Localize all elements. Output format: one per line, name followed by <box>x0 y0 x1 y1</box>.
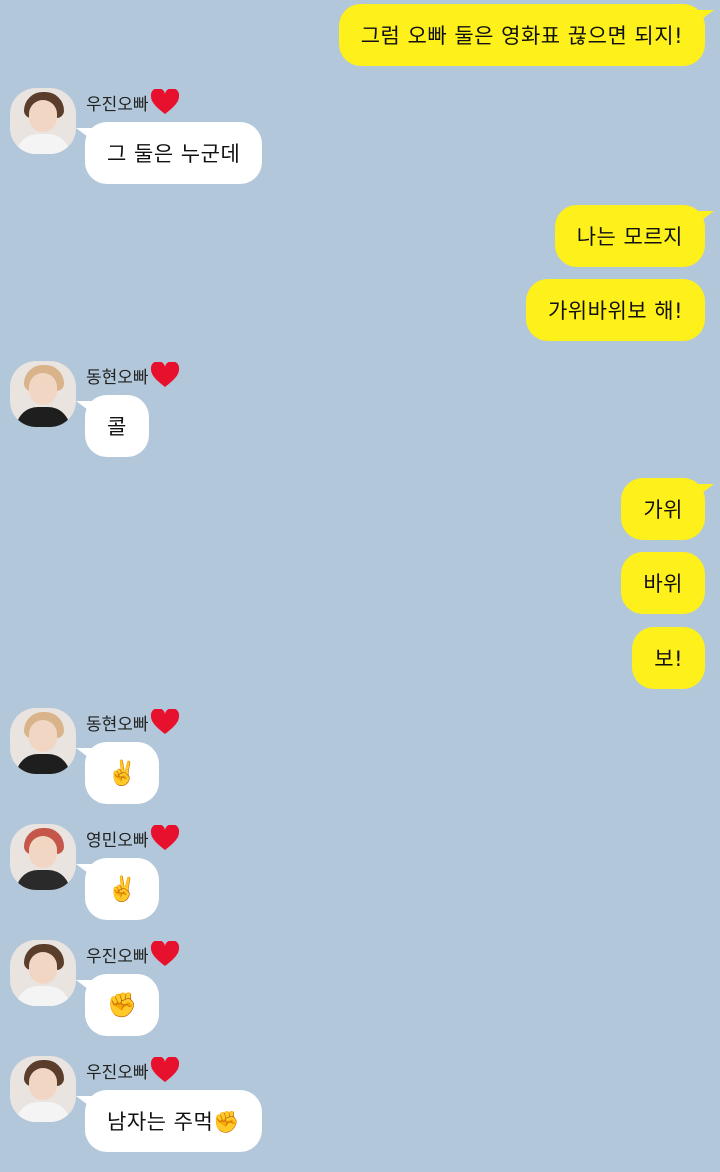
my-message-bubble[interactable]: 가위바위보 해! <box>525 279 705 341</box>
message-text: 그럼 오빠 둘은 영화표 끊으면 되지! <box>360 24 683 48</box>
other-message-bubble[interactable]: ✌️ <box>75 858 160 920</box>
red-heart-icon <box>150 362 180 388</box>
my-message-bubble[interactable]: 가위 <box>621 478 714 540</box>
message-text: 그 둘은 누군데 <box>107 142 241 166</box>
other-message-bubble[interactable]: ✌️ <box>75 742 160 804</box>
my-message-bubble[interactable]: 나는 모르지 <box>554 205 715 267</box>
message-text: 보! <box>654 647 683 671</box>
sender-avatar[interactable] <box>10 708 76 774</box>
raised-fist-emoji: ✊ <box>107 991 138 1019</box>
red-heart-icon <box>150 825 180 851</box>
other-message-bubble[interactable]: 콜 <box>76 395 149 457</box>
message-text: 나는 모르지 <box>576 225 683 249</box>
sender-avatar[interactable] <box>10 361 76 427</box>
other-message-bubble[interactable]: 남자는 주먹✊ <box>76 1090 262 1152</box>
other-message-bubble[interactable]: 그 둘은 누군데 <box>75 122 263 184</box>
red-heart-icon <box>150 1057 180 1083</box>
sender-name: 동현오빠 <box>86 709 180 735</box>
sender-name: 우진오빠 <box>86 89 180 115</box>
red-heart-icon <box>150 89 180 115</box>
message-text: 남자는 주먹✊ <box>107 1110 240 1134</box>
message-text: 콜 <box>107 415 127 439</box>
sender-name: 우진오빠 <box>86 941 180 967</box>
sender-avatar[interactable] <box>10 824 76 890</box>
my-message-bubble[interactable]: 그럼 오빠 둘은 영화표 끊으면 되지! <box>338 4 715 66</box>
message-text: 가위바위보 해! <box>547 299 683 323</box>
other-message-bubble[interactable]: ✊ <box>75 974 160 1036</box>
message-text: 바위 <box>643 572 683 596</box>
sender-name: 영민오빠 <box>86 825 180 851</box>
my-message-bubble[interactable]: 바위 <box>621 552 705 614</box>
message-text: 가위 <box>643 498 683 522</box>
my-message-bubble[interactable]: 보! <box>632 627 705 689</box>
sender-name: 우진오빠 <box>86 1057 180 1083</box>
sender-avatar[interactable] <box>10 88 76 154</box>
victory-hand-emoji: ✌️ <box>107 875 138 903</box>
sender-avatar[interactable] <box>10 1056 76 1122</box>
red-heart-icon <box>150 709 180 735</box>
sender-name: 동현오빠 <box>86 362 180 388</box>
red-heart-icon <box>150 941 180 967</box>
victory-hand-emoji: ✌️ <box>107 759 138 787</box>
sender-avatar[interactable] <box>10 940 76 1006</box>
